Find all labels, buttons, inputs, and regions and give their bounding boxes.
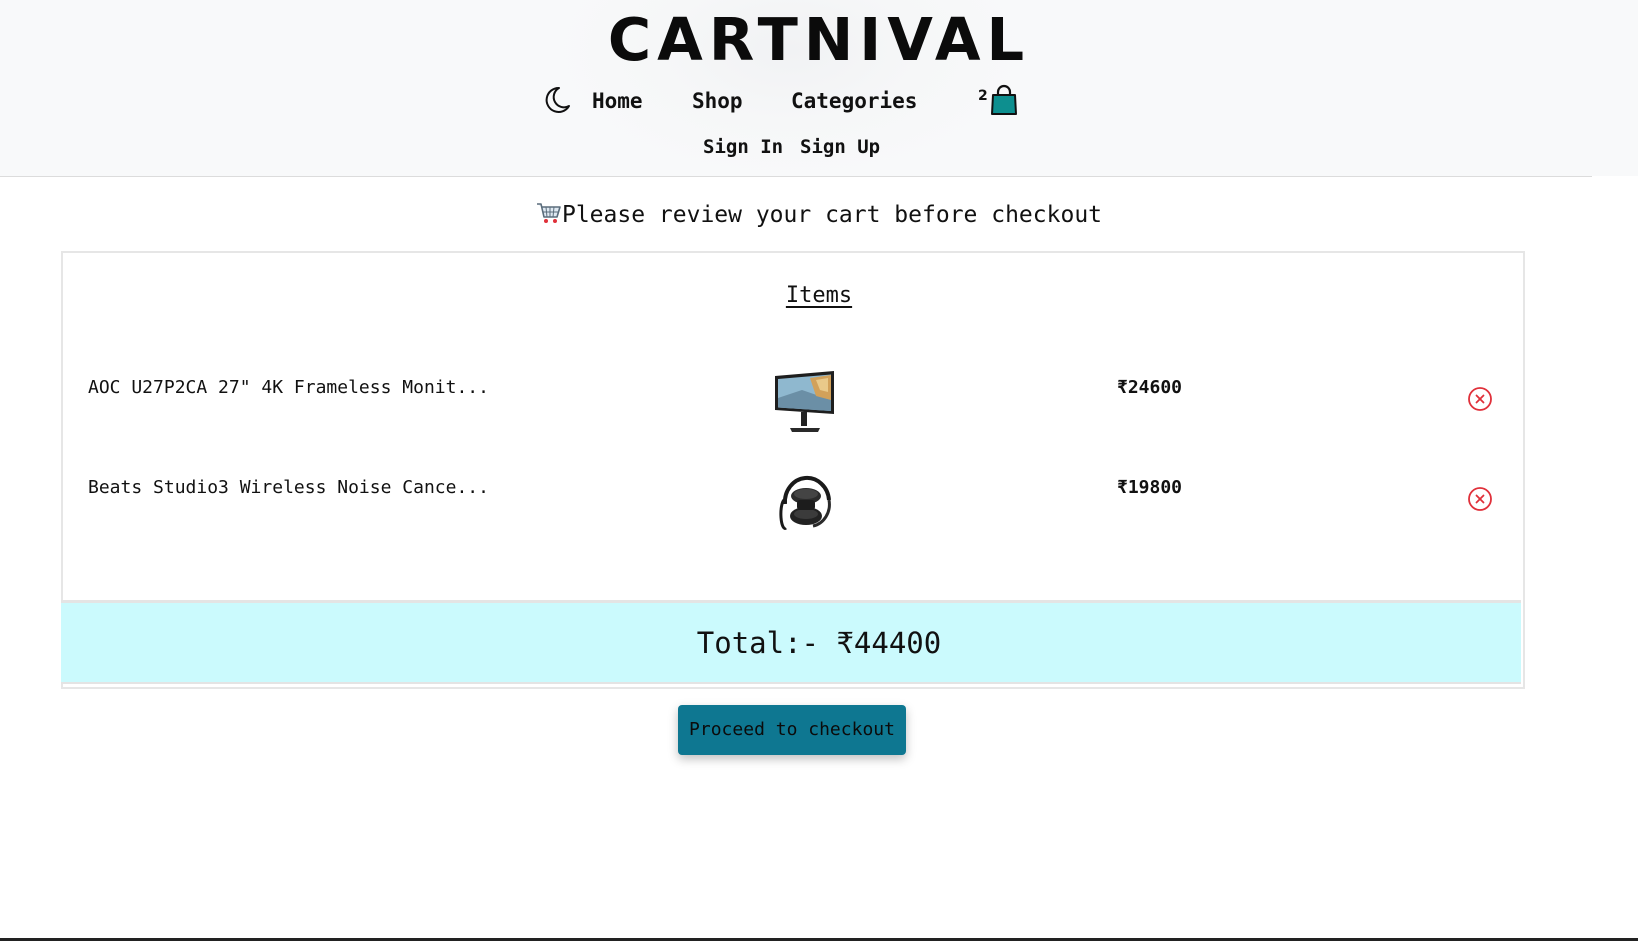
items-heading: Items bbox=[0, 281, 1638, 311]
nav-home[interactable]: Home bbox=[592, 86, 643, 116]
moon-icon[interactable] bbox=[540, 84, 572, 116]
sign-in-link[interactable]: Sign In bbox=[703, 134, 783, 160]
monitor-icon[interactable] bbox=[772, 370, 838, 434]
cart-item-price: ₹24600 bbox=[1117, 377, 1183, 398]
items-heading-text: Items bbox=[785, 283, 853, 308]
brand-logo[interactable]: CARTNIVAL bbox=[0, 4, 1638, 76]
review-cart-text: Please review your cart before checkout bbox=[561, 202, 1103, 228]
nav-shop[interactable]: Shop bbox=[692, 86, 743, 116]
remove-item-icon[interactable] bbox=[1467, 486, 1493, 512]
cart-item-name[interactable]: Beats Studio3 Wireless Noise Cance... bbox=[88, 475, 489, 501]
proceed-to-checkout-button[interactable]: Proceed to checkout bbox=[678, 705, 906, 755]
headphones-icon[interactable] bbox=[773, 470, 839, 534]
cart-item-price: ₹19800 bbox=[1117, 477, 1183, 498]
sign-up-link[interactable]: Sign Up bbox=[800, 134, 880, 160]
shopping-bag-icon[interactable] bbox=[990, 84, 1018, 116]
review-cart-title: Please review your cart before checkout bbox=[0, 199, 1638, 231]
cart-total: Total:- ₹44400 bbox=[696, 626, 942, 660]
nav-categories[interactable]: Categories bbox=[791, 86, 917, 116]
cart-item-name[interactable]: AOC U27P2CA 27" 4K Frameless Monit... bbox=[88, 375, 489, 401]
remove-item-icon[interactable] bbox=[1467, 386, 1493, 412]
cart-count-badge: 2 bbox=[978, 88, 988, 104]
shopping-cart-icon bbox=[536, 203, 561, 223]
